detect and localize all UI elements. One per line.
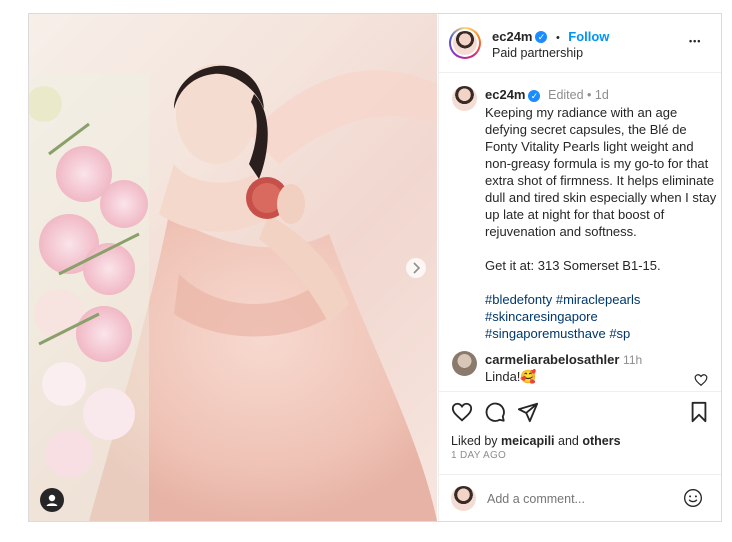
author-avatar[interactable] bbox=[449, 27, 481, 59]
comment-text: Linda!🥰 bbox=[485, 369, 537, 384]
post-photo bbox=[29, 64, 437, 521]
caption-meta: Edited • 1d bbox=[548, 88, 609, 102]
add-comment-bar bbox=[439, 474, 721, 521]
commenter-avatar[interactable] bbox=[452, 351, 477, 376]
save-button[interactable] bbox=[689, 401, 709, 423]
paid-partnership-label[interactable]: Paid partnership bbox=[492, 46, 583, 60]
hashtag-link[interactable]: #singaporemusthave bbox=[485, 326, 606, 341]
share-button[interactable] bbox=[517, 401, 539, 423]
separator-dot: • bbox=[555, 32, 560, 44]
caption-location: Get it at: 313 Somerset B1-15. bbox=[485, 258, 661, 273]
heart-icon bbox=[451, 402, 473, 422]
heart-icon bbox=[694, 374, 708, 387]
post-side-panel: ec24m ✓ • Follow Paid partnership ••• ec2… bbox=[438, 14, 721, 521]
post-header: ec24m ✓ • Follow Paid partnership ••• bbox=[439, 14, 721, 73]
post-card: ec24m ✓ • Follow Paid partnership ••• ec2… bbox=[28, 13, 722, 522]
next-image-button[interactable] bbox=[406, 258, 426, 278]
likes-prefix: Liked by bbox=[451, 434, 502, 448]
likes-middle: and bbox=[554, 434, 583, 448]
like-button[interactable] bbox=[451, 401, 473, 423]
caption-avatar[interactable] bbox=[452, 86, 477, 111]
emoji-button[interactable] bbox=[683, 488, 703, 508]
emoji-icon bbox=[684, 489, 702, 507]
follow-button[interactable]: Follow bbox=[568, 29, 609, 44]
verified-icon: ✓ bbox=[535, 30, 548, 43]
post-image[interactable] bbox=[29, 14, 437, 521]
comment-input[interactable] bbox=[485, 488, 679, 510]
send-icon bbox=[517, 402, 539, 423]
like-comment-button[interactable] bbox=[694, 373, 708, 387]
chevron-right-icon bbox=[413, 262, 421, 274]
more-options-icon[interactable]: ••• bbox=[689, 36, 701, 46]
comment: carmeliarabelosathler 11h bbox=[485, 352, 642, 367]
liked-by-user[interactable]: meicapili bbox=[501, 434, 555, 448]
comment-time: 11h bbox=[623, 353, 643, 367]
action-bar bbox=[439, 399, 721, 429]
hashtag-link[interactable]: #skincaresingapore bbox=[485, 309, 598, 324]
user-icon bbox=[46, 494, 58, 506]
comment-icon bbox=[485, 402, 505, 422]
tagged-users-button[interactable] bbox=[40, 488, 64, 512]
likes-summary: Liked by meicapili and others bbox=[451, 434, 621, 448]
verified-icon: ✓ bbox=[528, 89, 541, 102]
caption-username[interactable]: ec24m bbox=[485, 87, 525, 102]
hashtag-link[interactable]: #sp bbox=[609, 326, 630, 341]
liked-by-others[interactable]: others bbox=[582, 434, 620, 448]
post-timestamp[interactable]: 1 DAY AGO bbox=[451, 450, 506, 461]
my-avatar bbox=[451, 486, 476, 511]
hashtag-link[interactable]: #bledefonty bbox=[485, 292, 552, 307]
hashtag-link[interactable]: #miraclepearls bbox=[556, 292, 641, 307]
bookmark-icon bbox=[691, 401, 707, 423]
commenter-username[interactable]: carmeliarabelosathler bbox=[485, 352, 619, 367]
caption-text: Keeping my radiance with an age defying … bbox=[485, 105, 717, 239]
hashtags: #bledefonty #miraclepearls #skincaresing… bbox=[485, 291, 717, 342]
comment-button[interactable] bbox=[484, 401, 506, 423]
author-username[interactable]: ec24m bbox=[492, 29, 532, 44]
caption: ec24m ✓ Edited • 1d Keeping my radiance w… bbox=[485, 86, 717, 342]
comments-section: ec24m ✓ Edited • 1d Keeping my radiance w… bbox=[439, 73, 721, 392]
